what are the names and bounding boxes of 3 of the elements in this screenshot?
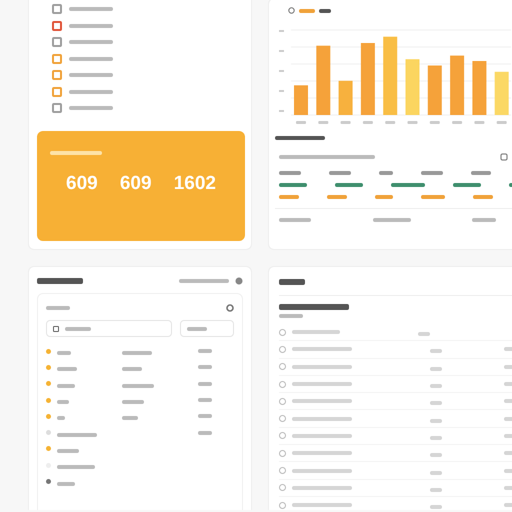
stat-value: 609 [120, 172, 152, 195]
stat-value: 609 [66, 172, 98, 195]
stat-value: 1602 [174, 172, 216, 195]
